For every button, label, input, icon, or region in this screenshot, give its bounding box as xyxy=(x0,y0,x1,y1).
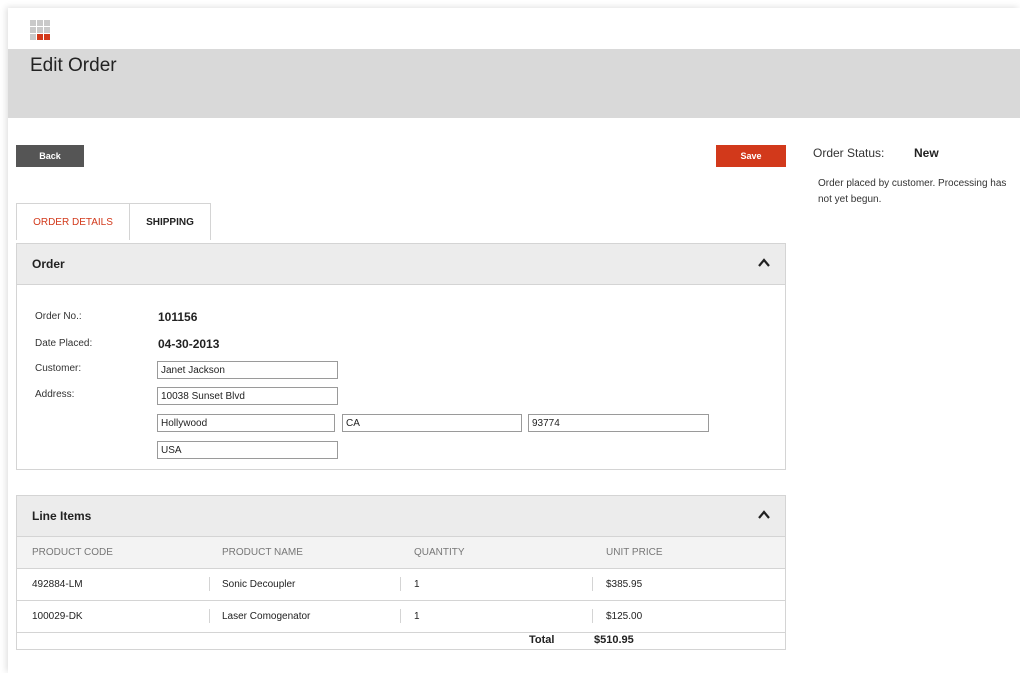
state-field[interactable] xyxy=(342,414,522,432)
tab-order-details[interactable]: ORDER DETAILS xyxy=(16,203,130,240)
line-items-panel-header: Line Items xyxy=(17,496,785,537)
order-status-value: New xyxy=(914,146,939,160)
product-name-cell: Sonic Decoupler xyxy=(222,579,296,590)
column-divider xyxy=(592,577,593,591)
address-label: Address: xyxy=(35,389,75,400)
line-items-panel: Line Items PRODUCT CODE PRODUCT NAME QUA… xyxy=(16,495,786,650)
total-value: $510.95 xyxy=(594,634,634,646)
product-name-cell: Laser Comogenator xyxy=(222,611,311,622)
unit-price-cell: $385.95 xyxy=(606,579,643,590)
street-field[interactable] xyxy=(157,387,338,405)
column-divider xyxy=(209,577,210,591)
column-header-product-code[interactable]: PRODUCT CODE xyxy=(32,547,113,558)
city-field[interactable] xyxy=(157,414,335,432)
page-title: Edit Order xyxy=(30,55,117,76)
order-status-description: Order placed by customer. Processing has… xyxy=(818,178,1007,205)
column-divider xyxy=(209,609,210,623)
total-label: Total xyxy=(529,634,555,646)
unit-price-cell: $125.00 xyxy=(606,611,643,622)
column-header-unit-price[interactable]: UNIT PRICE xyxy=(606,547,663,558)
customer-label: Customer: xyxy=(35,363,82,374)
table-header: PRODUCT CODE PRODUCT NAME QUANTITY UNIT … xyxy=(17,537,785,569)
order-panel: Order Order No.: 101156 Date Placed: 04-… xyxy=(16,243,786,470)
country-field[interactable] xyxy=(157,441,338,459)
grid-logo-icon[interactable] xyxy=(30,20,50,40)
column-divider xyxy=(592,609,593,623)
app-window: Edit Order Back Save Order Status: New O… xyxy=(8,8,1020,673)
tab-shipping[interactable]: SHIPPING xyxy=(130,203,211,240)
line-items-panel-title: Line Items xyxy=(32,509,92,523)
table-row[interactable]: 100029-DK Laser Comogenator 1 $125.00 xyxy=(17,601,785,633)
save-button[interactable]: Save xyxy=(716,145,786,167)
tab-bar: ORDER DETAILS SHIPPING xyxy=(16,203,211,240)
chevron-up-icon[interactable] xyxy=(757,508,771,522)
product-code-cell: 492884-LM xyxy=(32,579,83,590)
zip-field[interactable] xyxy=(528,414,709,432)
date-placed-value: 04-30-2013 xyxy=(158,337,220,351)
title-band xyxy=(8,49,1020,118)
column-divider xyxy=(400,577,401,591)
top-bar xyxy=(8,8,1020,49)
back-button[interactable]: Back xyxy=(16,145,84,167)
date-placed-label: Date Placed: xyxy=(35,338,93,349)
product-code-cell: 100029-DK xyxy=(32,611,83,622)
order-status-label: Order Status: xyxy=(813,146,885,160)
quantity-cell: 1 xyxy=(414,579,420,590)
column-divider xyxy=(400,609,401,623)
order-panel-header: Order xyxy=(17,244,785,285)
order-panel-title: Order xyxy=(32,257,65,271)
order-no-value: 101156 xyxy=(158,310,198,324)
quantity-cell: 1 xyxy=(414,611,420,622)
customer-field[interactable] xyxy=(157,361,338,379)
column-header-product-name[interactable]: PRODUCT NAME xyxy=(222,547,303,558)
table-row[interactable]: 492884-LM Sonic Decoupler 1 $385.95 xyxy=(17,569,785,601)
order-no-label: Order No.: xyxy=(35,311,82,322)
column-header-quantity[interactable]: QUANTITY xyxy=(414,547,465,558)
chevron-up-icon[interactable] xyxy=(757,256,771,270)
